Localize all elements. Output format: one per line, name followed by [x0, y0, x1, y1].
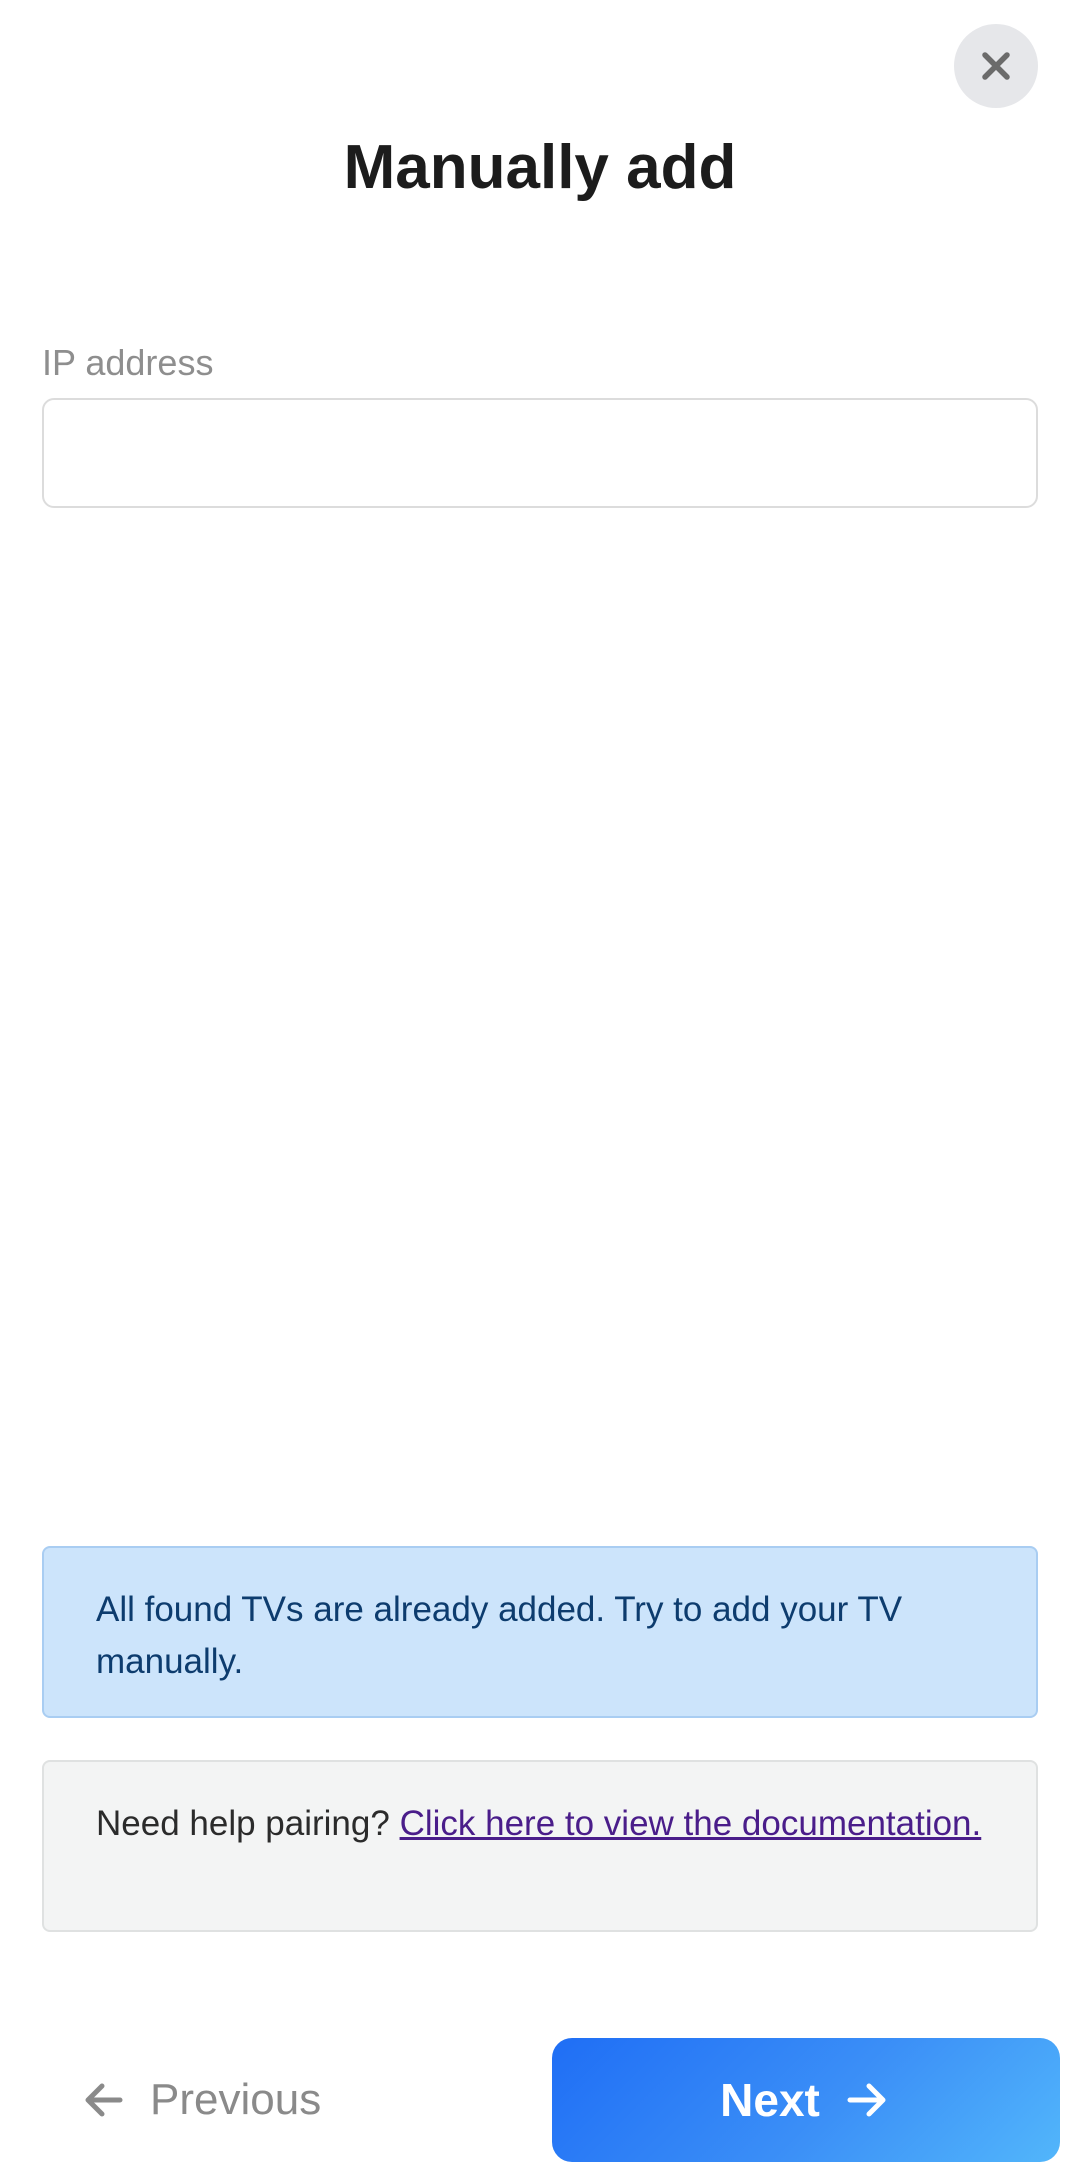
- documentation-link[interactable]: Click here to view the documentation.: [400, 1804, 982, 1843]
- page-title: Manually add: [343, 133, 737, 202]
- arrow-right-icon: [847, 2083, 886, 2117]
- help-message: Need help pairing? Click here to view th…: [96, 1798, 984, 1850]
- close-button[interactable]: [954, 24, 1038, 108]
- info-message: All found TVs are already added. Try to …: [96, 1590, 903, 1681]
- ip-address-label: IP address: [42, 342, 214, 383]
- previous-label: Previous: [150, 2075, 322, 2124]
- manual-add-dialog: Manually add IP address All found TVs ar…: [0, 0, 1080, 2182]
- close-icon: [982, 52, 1010, 80]
- next-button[interactable]: Next: [552, 2038, 1060, 2162]
- arrow-left-icon: [85, 2083, 123, 2117]
- help-prefix: Need help pairing?: [96, 1804, 400, 1843]
- help-banner: Need help pairing? Click here to view th…: [42, 1760, 1038, 1932]
- ip-address-input[interactable]: [42, 398, 1038, 508]
- info-banner: All found TVs are already added. Try to …: [42, 1546, 1038, 1718]
- previous-button[interactable]: Previous: [80, 2058, 321, 2142]
- next-label: Next: [720, 2074, 820, 2126]
